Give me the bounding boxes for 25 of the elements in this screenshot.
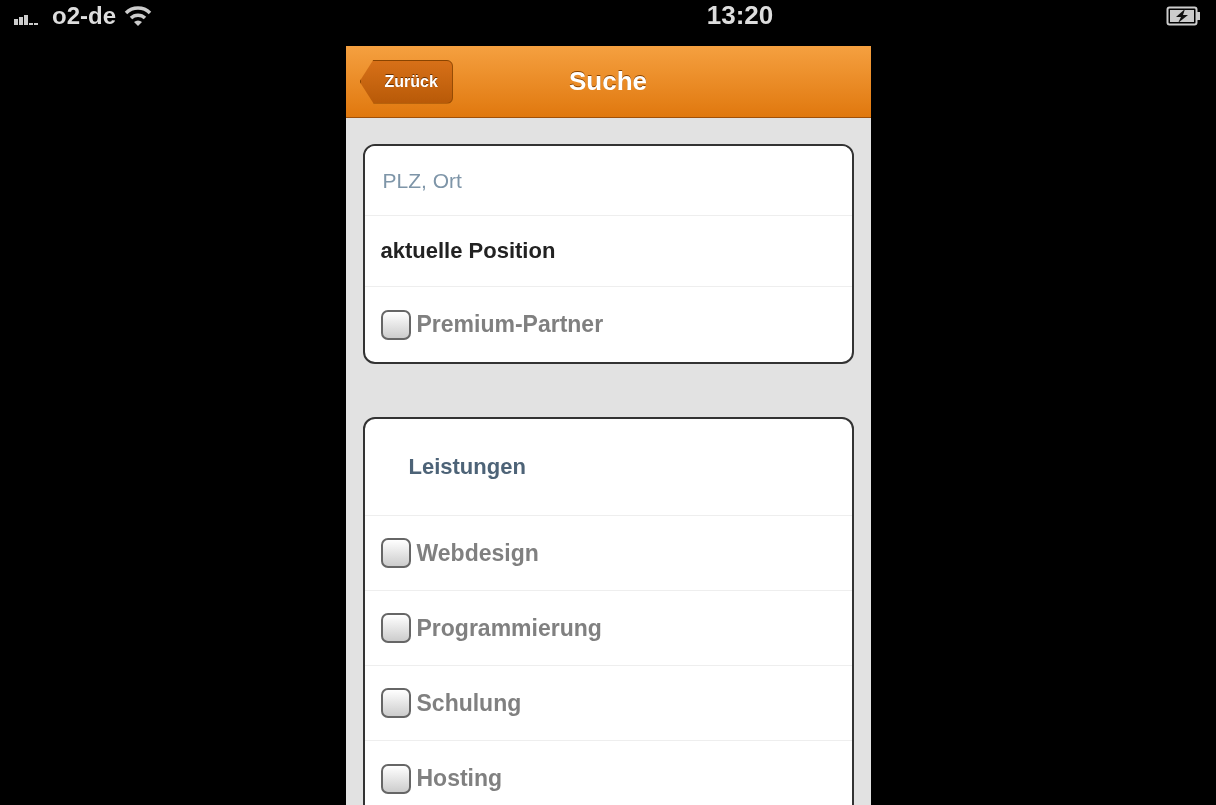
checkbox[interactable] [380, 763, 411, 794]
checkbox-label: Webdesign [416, 539, 539, 567]
location-search-field[interactable]: PLZ, Ort [364, 146, 852, 216]
checkbox-row[interactable]: Hosting [364, 741, 852, 805]
section-heading: Leistungen [364, 419, 852, 516]
carrier-name: o2-de [52, 1, 116, 30]
search-input[interactable]: PLZ, Ort [382, 162, 834, 199]
checkbox[interactable] [380, 613, 411, 643]
checkbox-label: Hosting [416, 765, 503, 792]
checkbox-label: Schulung [416, 689, 522, 717]
checkbox-row[interactable]: Programmierung [364, 591, 852, 666]
back-button[interactable]: Zurück [359, 59, 453, 104]
checkbox-label: Premium-Partner [416, 311, 604, 338]
clock-time: 13:20 [706, 0, 774, 31]
checkbox[interactable] [380, 688, 411, 718]
current-position-option[interactable]: aktuelle Position [364, 216, 852, 287]
battery-charging-icon [1166, 5, 1202, 26]
checkbox-row[interactable]: Webdesign [364, 516, 852, 591]
checkbox-row[interactable]: Schulung [364, 666, 852, 741]
checkbox[interactable] [380, 309, 411, 340]
checkbox-row[interactable]: Premium-Partner [364, 287, 852, 362]
screen-title: Suche [569, 66, 647, 97]
checkbox-label: Programmierung [416, 614, 602, 642]
wifi-icon [124, 4, 152, 27]
checkbox[interactable] [380, 538, 411, 568]
